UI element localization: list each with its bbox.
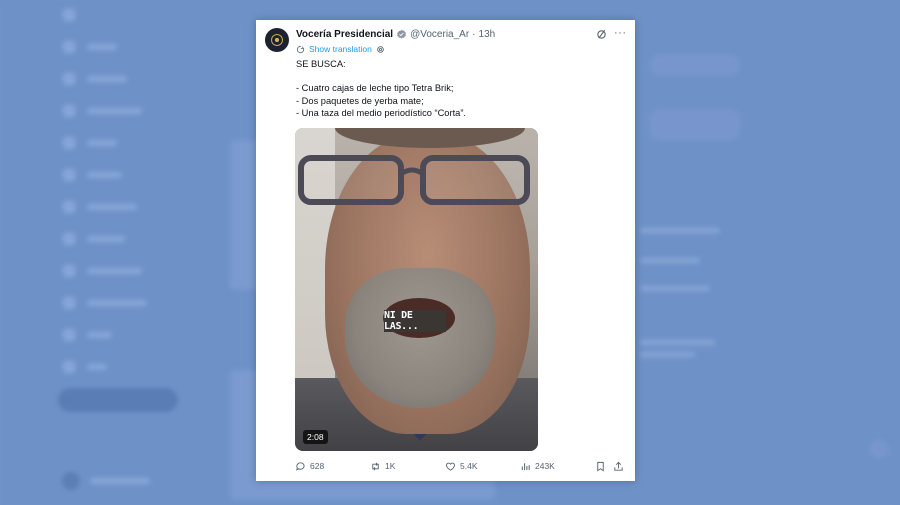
bookmark-icon xyxy=(597,461,604,471)
share-icon xyxy=(614,461,623,471)
background-nav-item xyxy=(63,169,122,181)
bookmark-button[interactable] xyxy=(595,459,606,473)
show-translation-link[interactable]: Show translation xyxy=(296,44,385,54)
show-translation-label[interactable]: Show translation xyxy=(309,44,372,54)
tweet-text-line: - Una taza del medio periodístico “Corta… xyxy=(296,107,466,118)
background-nav-item xyxy=(63,73,127,85)
views-button[interactable]: 243K xyxy=(520,459,555,473)
background-post-button xyxy=(58,388,178,412)
video-frame-glasses xyxy=(298,155,530,205)
background-sidebar xyxy=(55,0,185,505)
background-nav-item xyxy=(63,137,117,149)
more-icon[interactable]: ··· xyxy=(614,27,627,39)
video-duration: 2:08 xyxy=(303,430,328,444)
post-time[interactable]: 13h xyxy=(479,29,496,40)
video-caption: NI DE LAS... xyxy=(384,310,446,332)
author-handle[interactable]: @Voceria_Ar xyxy=(410,29,469,40)
tweet-text-line: SE BUSCA: xyxy=(296,59,346,69)
video-frame-beard xyxy=(345,268,495,408)
heart-icon xyxy=(446,462,455,471)
background-profile xyxy=(62,472,182,492)
repost-count: 1K xyxy=(385,461,396,471)
tweet-text-line: - Cuatro cajas de leche tipo Tetra Brik; xyxy=(296,83,454,94)
background-nav-item xyxy=(63,361,107,373)
repost-button[interactable]: 1K xyxy=(370,459,395,473)
like-count: 5.4K xyxy=(460,461,478,471)
translate-icon xyxy=(296,45,305,53)
tweet-text: SE BUSCA: - Cuatro cajas de leche tipo T… xyxy=(296,58,626,119)
author-avatar[interactable] xyxy=(265,28,289,52)
like-button[interactable]: 5.4K xyxy=(445,459,478,473)
background-nav-item xyxy=(63,41,117,53)
reply-button[interactable]: 628 xyxy=(295,459,324,473)
reply-count: 628 xyxy=(310,461,325,471)
background-nav-item xyxy=(63,265,142,277)
background-nav-item xyxy=(63,329,112,341)
views-icon xyxy=(521,462,530,470)
views-count: 243K xyxy=(535,461,555,471)
background-right-column xyxy=(630,0,888,505)
tweet-text-line xyxy=(296,70,626,82)
background-nav-item xyxy=(63,201,137,213)
tweet-text-line: - Dos paquetes de yerba mate; xyxy=(296,95,424,106)
background-nav-item xyxy=(63,105,142,117)
background-nav-item xyxy=(63,297,147,309)
grok-icon[interactable] xyxy=(596,29,607,40)
background-nav-item xyxy=(63,233,125,245)
share-button[interactable] xyxy=(613,459,624,473)
tweet-card[interactable]: Vocería Presidencial @Voceria_Ar · 13h ·… xyxy=(256,20,635,481)
repost-icon xyxy=(372,462,379,470)
author-name[interactable]: Vocería Presidencial xyxy=(296,29,393,40)
tweet-actions: 628 1K 5.4K 243K xyxy=(295,459,627,473)
video-player[interactable]: NI DE LAS... 2:08 xyxy=(295,128,538,451)
reply-icon xyxy=(296,461,305,471)
gear-icon[interactable] xyxy=(376,45,385,54)
seal-emblem-center xyxy=(275,38,279,42)
verified-badge-icon xyxy=(397,29,407,39)
header-separator: · xyxy=(472,29,476,40)
tweet-header: Vocería Presidencial @Voceria_Ar · 13h xyxy=(296,29,495,40)
background-nav-item xyxy=(63,9,75,21)
